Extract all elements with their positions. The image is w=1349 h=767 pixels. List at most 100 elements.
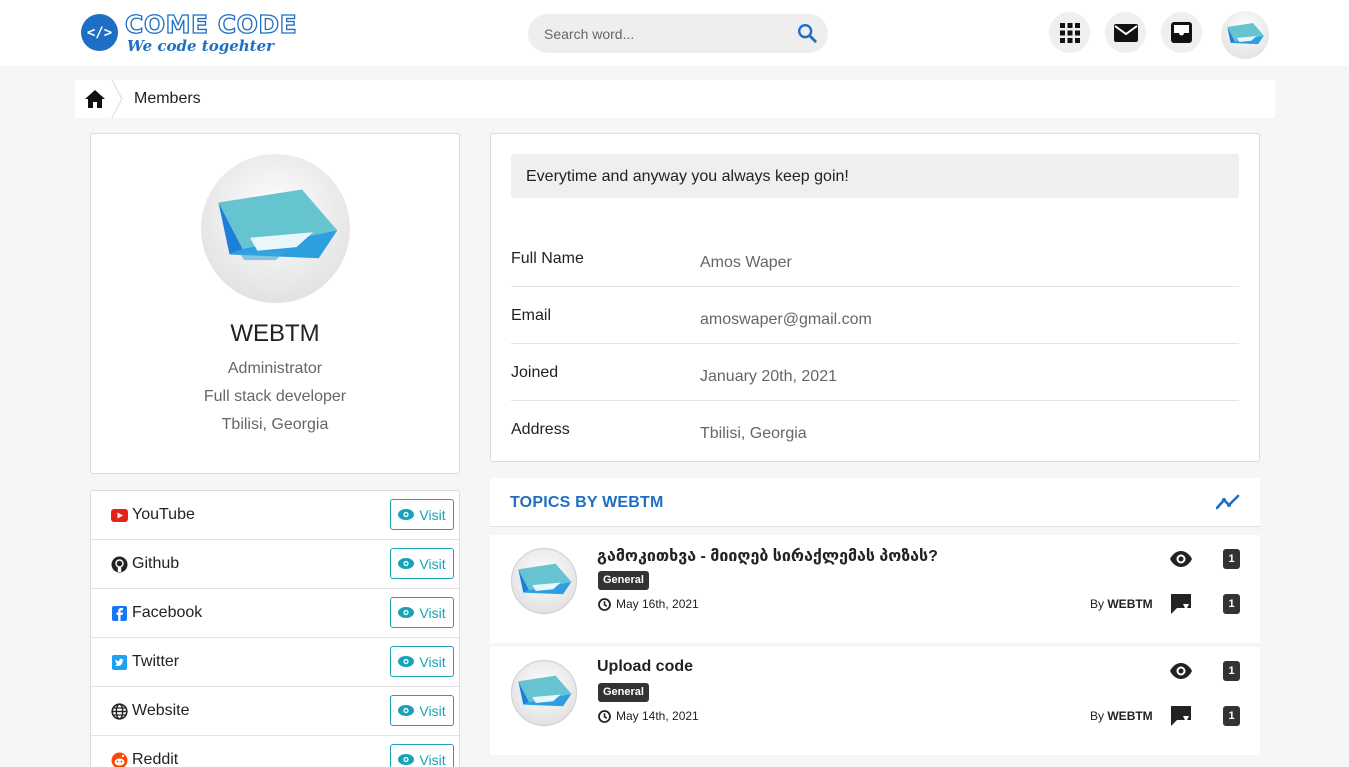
replies-comment-icon: [1171, 706, 1191, 726]
social-label: Facebook: [132, 604, 203, 621]
social-label: Twitter: [132, 653, 180, 670]
replies-count: 1: [1223, 706, 1240, 726]
eye-icon: [398, 754, 415, 765]
social-links-card: YouTube Visit Github Visit Facebook Visi…: [90, 490, 460, 767]
clock-icon: [598, 709, 611, 723]
profile-avatar: [201, 154, 350, 303]
topic-author: By WEBTM: [1090, 709, 1153, 723]
info-value: Tbilisi, Georgia: [700, 425, 807, 442]
category-badge[interactable]: General: [598, 571, 649, 590]
social-label: YouTube: [132, 506, 195, 523]
breadcrumb-home[interactable]: [85, 90, 105, 108]
info-key: Full Name: [511, 250, 584, 267]
social-item-youtube: YouTube Visit: [91, 491, 459, 540]
info-value: Amos Waper: [700, 254, 792, 271]
user-avatar[interactable]: [1221, 11, 1269, 59]
messages-button[interactable]: [1105, 12, 1146, 53]
topic-title[interactable]: Upload code: [597, 658, 693, 676]
globe-icon: [111, 703, 128, 720]
topic-date: May 14th, 2021: [598, 709, 699, 723]
home-icon: [85, 90, 105, 108]
search-icon: [798, 24, 817, 43]
social-item-github: Github Visit: [91, 540, 459, 589]
profile-role: Administrator: [227, 360, 323, 377]
clock-icon: [598, 597, 611, 611]
github-icon: [111, 556, 128, 573]
member-quote: Everytime and anyway you always keep goi…: [511, 154, 1239, 198]
notifications-button[interactable]: [1161, 12, 1202, 53]
profile-name: WEBTM: [230, 320, 320, 347]
social-label: Github: [132, 555, 180, 572]
paper-plane-avatar-icon: [217, 189, 337, 261]
search-bar: [528, 14, 828, 53]
views-eye-icon: [1170, 551, 1192, 567]
search-input[interactable]: [544, 14, 784, 53]
breadcrumb-separator-icon: [111, 80, 123, 118]
visit-github-button[interactable]: Visit: [390, 548, 454, 579]
breadcrumb: Members: [75, 80, 1275, 118]
logo-title: COME CODE: [124, 10, 298, 39]
visit-reddit-button[interactable]: Visit: [390, 744, 454, 767]
visit-youtube-button[interactable]: Visit: [390, 499, 454, 530]
social-item-twitter: Twitter Visit: [91, 638, 459, 687]
visit-facebook-button[interactable]: Visit: [390, 597, 454, 628]
views-eye-icon: [1170, 663, 1192, 679]
eye-icon: [398, 607, 415, 618]
social-item-website: Website Visit: [91, 687, 459, 736]
social-label: Reddit: [132, 751, 179, 767]
paper-plane-avatar-icon: [518, 675, 572, 707]
visit-twitter-button[interactable]: Visit: [390, 646, 454, 677]
views-count: 1: [1223, 661, 1240, 681]
apps-button[interactable]: [1049, 12, 1090, 53]
topic-item[interactable]: გამოკითხვა - მიიღებ სირაქლემას პოზას? Ge…: [490, 535, 1260, 643]
youtube-icon: [111, 509, 128, 522]
info-row-full-name: Full Name Amos Waper: [511, 230, 1239, 287]
replies-comment-icon: [1171, 594, 1191, 614]
social-item-facebook: Facebook Visit: [91, 589, 459, 638]
eye-icon: [398, 656, 415, 667]
topic-author-avatar[interactable]: [511, 548, 577, 614]
search-button[interactable]: [796, 22, 818, 44]
info-key: Address: [511, 421, 570, 438]
topics-heading: TOPICS BY WEBTM: [510, 494, 664, 511]
breadcrumb-current: Members: [134, 90, 201, 107]
member-info-card: Everytime and anyway you always keep goi…: [490, 133, 1260, 462]
profile-title: Full stack developer: [203, 388, 347, 405]
info-row-joined: Joined January 20th, 2021: [511, 344, 1239, 401]
info-row-address: Address Tbilisi, Georgia: [511, 401, 1239, 458]
twitter-icon: [112, 655, 127, 670]
logo-subtitle: We code togehter: [127, 37, 275, 55]
info-value: amoswaper@gmail.com: [700, 311, 872, 328]
social-label: Website: [132, 702, 190, 719]
visit-website-button[interactable]: Visit: [390, 695, 454, 726]
inbox-icon: [1171, 22, 1192, 43]
trending-icon[interactable]: [1216, 493, 1240, 511]
code-logo-icon: </>: [81, 14, 118, 51]
top-header: </> COME CODE We code togehter: [0, 0, 1349, 66]
topic-author-avatar[interactable]: [511, 660, 577, 726]
grid-icon: [1059, 22, 1080, 43]
envelope-icon: [1113, 23, 1138, 42]
views-count: 1: [1223, 549, 1240, 569]
topic-date: May 16th, 2021: [598, 597, 699, 611]
paper-plane-avatar-icon: [518, 563, 572, 595]
social-item-reddit: Reddit Visit: [91, 736, 459, 767]
category-badge[interactable]: General: [598, 683, 649, 702]
eye-icon: [398, 509, 415, 520]
replies-count: 1: [1223, 594, 1240, 614]
info-row-email: Email amoswaper@gmail.com: [511, 287, 1239, 344]
info-value: January 20th, 2021: [700, 368, 837, 385]
eye-icon: [398, 705, 415, 716]
topic-title[interactable]: გამოკითხვა - მიიღებ სირაქლემას პოზას?: [597, 546, 938, 566]
facebook-icon: [112, 606, 127, 621]
paper-plane-avatar-icon: [1227, 23, 1264, 45]
profile-card: WEBTM Administrator Full stack developer…: [90, 133, 460, 474]
reddit-icon: [111, 752, 128, 767]
site-logo[interactable]: </> COME CODE We code togehter: [81, 10, 301, 55]
topic-author: By WEBTM: [1090, 597, 1153, 611]
topic-item[interactable]: Upload code General May 14th, 2021 By WE…: [490, 647, 1260, 755]
profile-location: Tbilisi, Georgia: [221, 416, 329, 433]
eye-icon: [398, 558, 415, 569]
topics-header: TOPICS BY WEBTM: [490, 478, 1260, 527]
info-key: Email: [511, 307, 552, 324]
